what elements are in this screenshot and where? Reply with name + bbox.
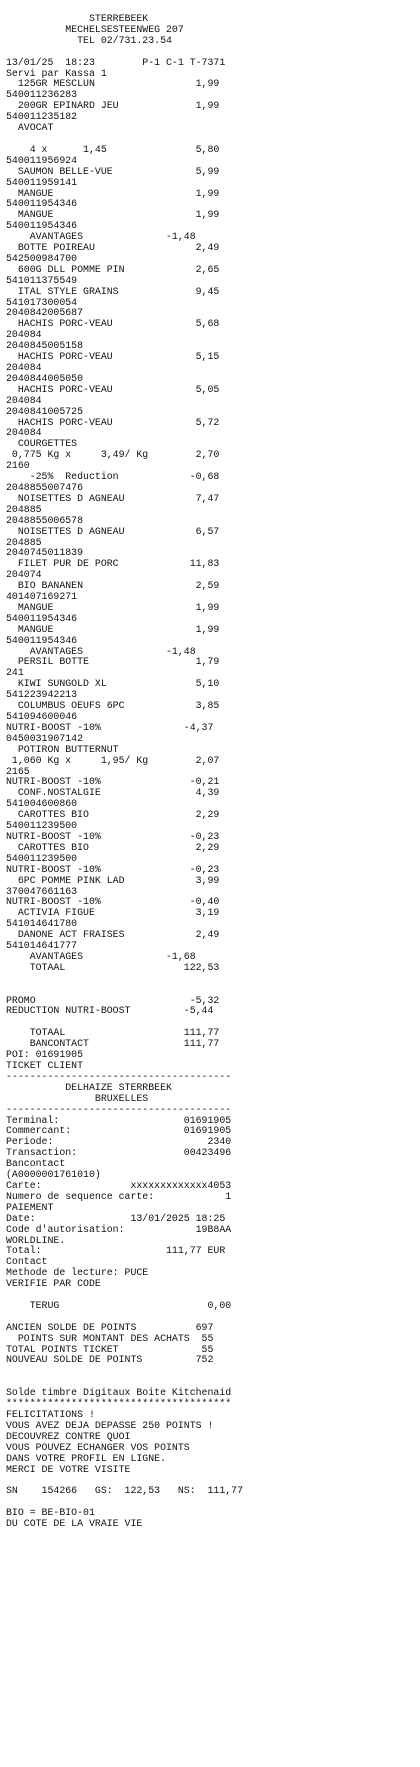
receipt-line: DANS VOTRE PROFIL EN LIGNE. (6, 1452, 167, 1464)
receipt-line: POTIRON BUTTERNUT (6, 743, 119, 755)
receipt-line: 2040841005725 (6, 405, 84, 417)
receipt-line: 540011954346 (6, 634, 78, 646)
receipt-line: ITAL STYLE GRAINS 9,45 (6, 285, 220, 297)
receipt-line: -------------------------------------- (6, 1103, 232, 1115)
receipt-line: 2048855006578 (6, 514, 84, 526)
receipt-line: 540011959141 (6, 176, 78, 188)
receipt-line: VERIFIE PAR CODE (6, 1278, 101, 1290)
receipt-line: NUTRI-BOOST -10% -0,23 (6, 863, 220, 875)
receipt-line: Date: 13/01/2025 18:25 (6, 1212, 226, 1224)
receipt-line: 1,060 Kg x 1,95/ Kg 2,07 (6, 754, 220, 766)
receipt-line: AVOCAT (6, 122, 54, 134)
receipt-line: 6PC POMME PINK LAD 3,99 (6, 874, 220, 886)
receipt-line (6, 985, 243, 996)
receipt-line (6, 974, 243, 985)
receipt-line: VOUS POUVEZ ECHANGER VOS POINTS (6, 1441, 190, 1453)
receipt-line (6, 1366, 243, 1377)
receipt-line: NOISETTES D AGNEAU 6,57 (6, 525, 220, 537)
receipt: STERREBEEK MECHELSESTEENWEG 207 TEL 02/7… (6, 13, 244, 1530)
receipt-line: MERCI DE VOTRE VISITE (6, 1463, 131, 1475)
receipt-line (6, 47, 243, 58)
receipt-line: SAUMON BELLE-VUE 5,99 (6, 165, 220, 177)
receipt-line: Code d'autorisation: 19B8AA (6, 1223, 232, 1235)
receipt-line: 13/01/25 18:23 P-1 C-1 T-7371 (6, 56, 226, 68)
receipt-line: NOUVEAU SOLDE DE POINTS 752 (6, 1354, 214, 1366)
receipt-line: TEL 02/731.23.54 (6, 34, 172, 46)
receipt-line: 0,775 Kg x 3,49/ Kg 2,70 (6, 449, 220, 461)
receipt-line: PERSIL BOTTE 1,79 (6, 656, 220, 668)
receipt-line: 204084 (6, 394, 42, 406)
receipt-line: TERUG 0,00 (6, 1299, 232, 1311)
receipt-line: SN 154266 GS: 122,53 NS: 111,77 (6, 1485, 244, 1497)
receipt-line: REDUCTION NUTRI-BOOST -5,44 (6, 1005, 214, 1017)
receipt-line: TOTAAL 122,53 (6, 961, 220, 973)
receipt-line: POINTS SUR MONTANT DES ACHATS 55 (6, 1332, 214, 1344)
receipt-line: BRUXELLES (6, 1092, 149, 1104)
receipt-line: DU COTE DE LA VRAIE VIE (6, 1518, 143, 1530)
